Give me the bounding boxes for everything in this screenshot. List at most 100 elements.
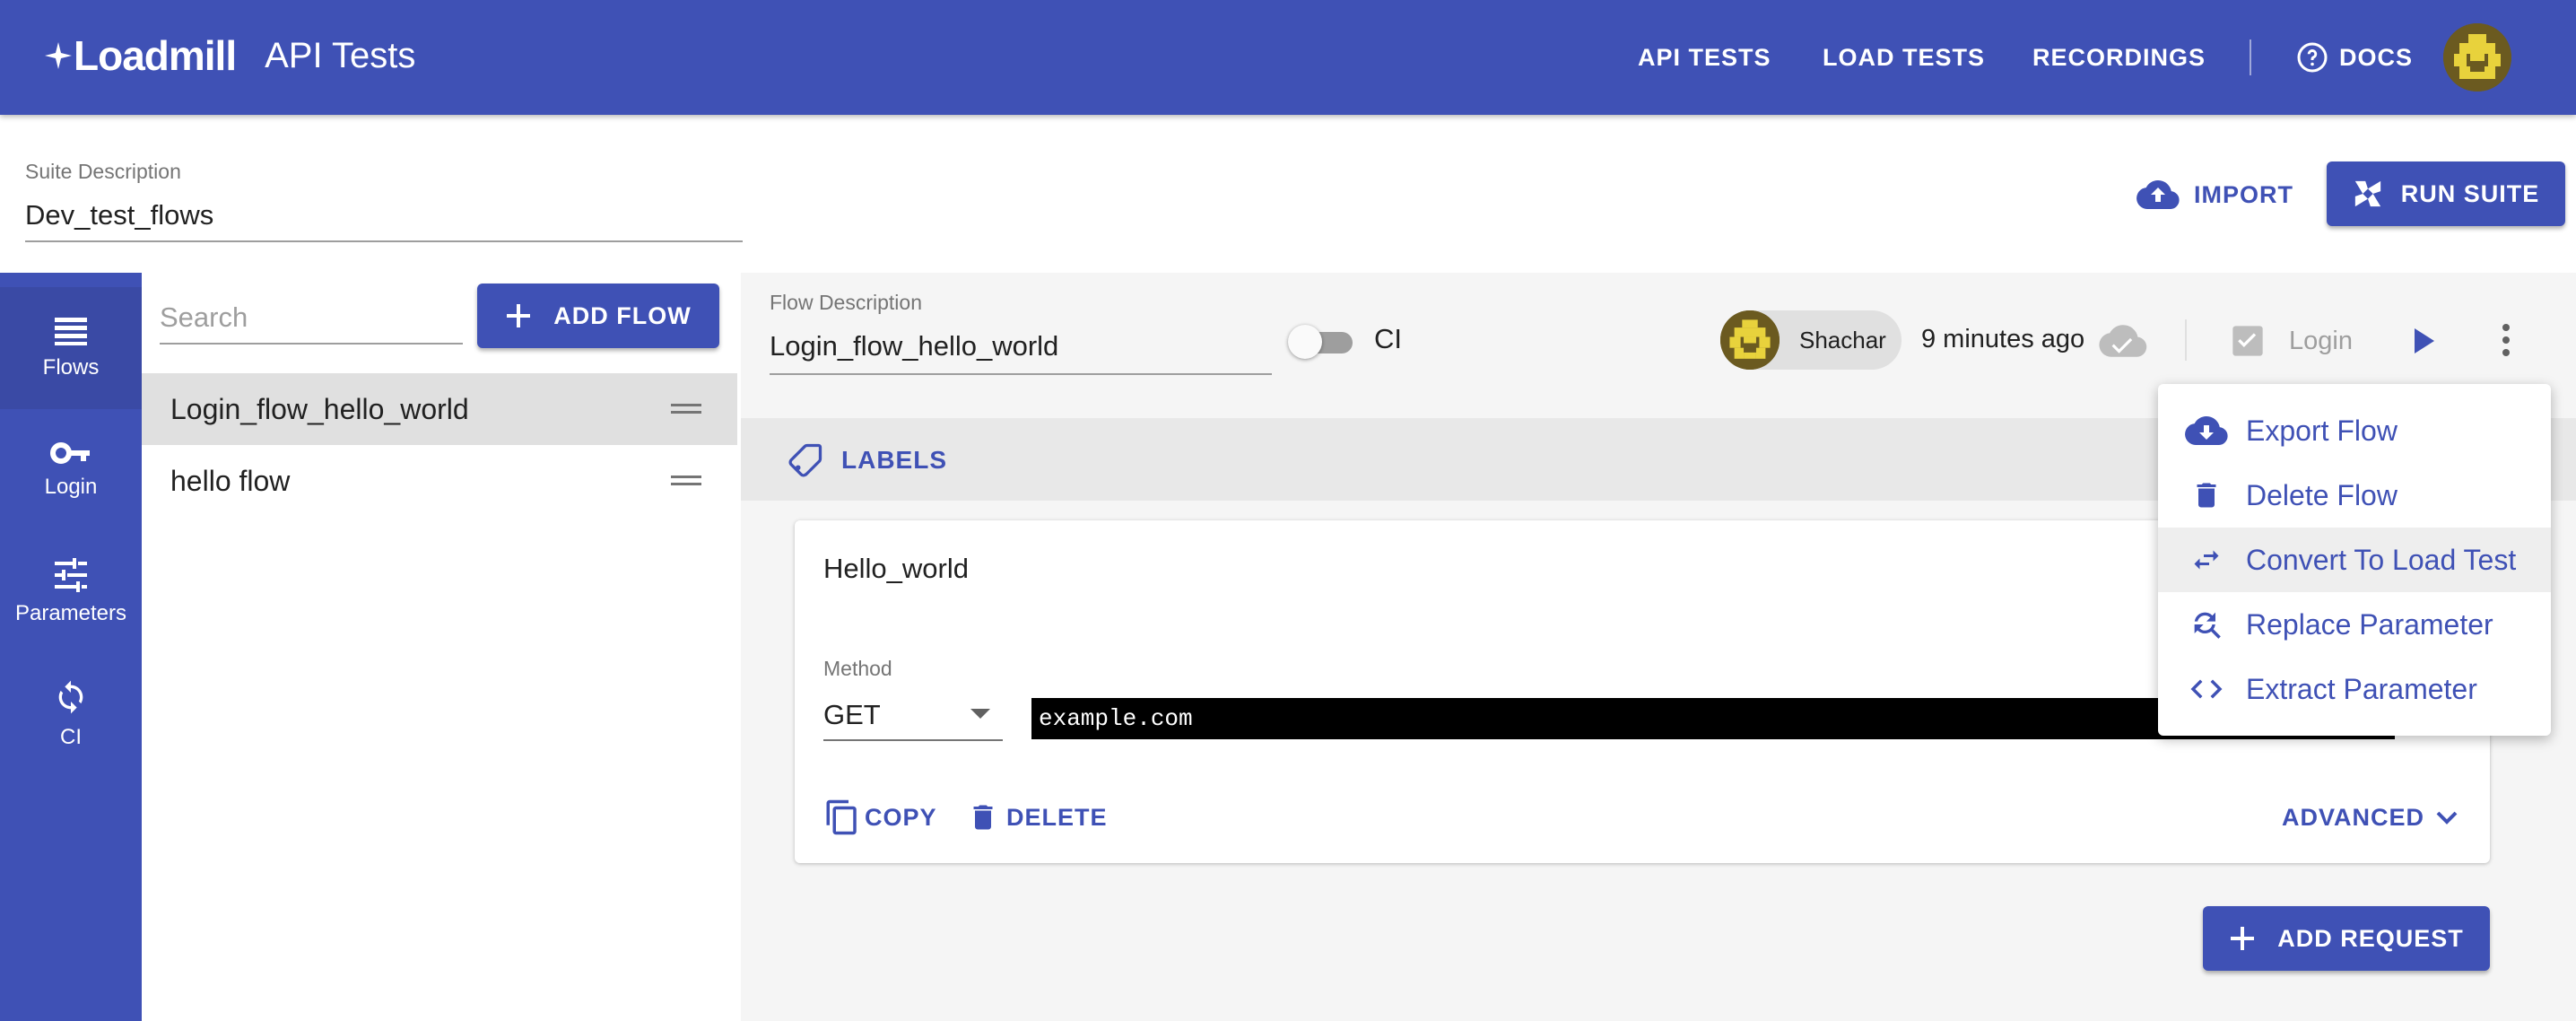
rail-label: Parameters: [14, 601, 127, 625]
avatar-pattern: [2443, 23, 2511, 92]
copy-button[interactable]: COPY: [823, 795, 937, 840]
nav-docs[interactable]: DOCS: [2296, 39, 2413, 75]
advanced-toggle[interactable]: ADVANCED: [2282, 795, 2460, 840]
sync-icon: [58, 680, 83, 714]
rail-item-ci[interactable]: CI: [0, 653, 142, 775]
delete-label: DELETE: [1006, 803, 1108, 831]
user-avatar[interactable]: [2443, 23, 2511, 92]
avatar-pattern: [1720, 310, 1780, 370]
flow-name: Login_flow_hello_world: [170, 392, 469, 425]
trash-icon: [2185, 474, 2228, 517]
menu-item-replace-parameter[interactable]: Replace Parameter: [2158, 592, 2551, 657]
nav-api-tests[interactable]: API TESTS: [1638, 39, 1771, 75]
owner-chip[interactable]: Shachar: [1720, 310, 1902, 370]
plus-icon: [2231, 927, 2255, 950]
rail-label: Login: [44, 475, 98, 499]
flow-search: [160, 292, 463, 346]
labels-label: LABELS: [841, 446, 947, 474]
run-suite-button[interactable]: RUN SUITE: [2327, 161, 2565, 226]
flow-description-underline: [770, 373, 1272, 375]
flow-list-item[interactable]: Login_flow_hello_world: [142, 373, 737, 445]
nav-divider: [2250, 39, 2251, 75]
toggle-thumb: [1288, 325, 1322, 359]
menu-item-export-flow[interactable]: Export Flow: [2158, 398, 2551, 463]
method-value: GET: [823, 699, 881, 730]
spark-icon: [45, 42, 72, 69]
nav-label: DOCS: [2339, 43, 2414, 71]
tune-icon: [55, 558, 87, 592]
cloud-upload-icon: [2137, 179, 2180, 209]
cloud-done-icon: [2099, 325, 2147, 357]
request-title[interactable]: Hello_world: [823, 553, 969, 585]
rail-item-login[interactable]: Login: [0, 409, 142, 531]
toolbar-divider: [2185, 319, 2187, 361]
menu-label: Extract Parameter: [2246, 672, 2477, 705]
ci-toggle[interactable]: [1288, 325, 1354, 359]
app-title: API Tests: [265, 35, 416, 75]
run-suite-label: RUN SUITE: [2400, 179, 2540, 207]
flow-actions-menu: Export Flow Delete Flow Convert To Load …: [2158, 384, 2551, 736]
method-label: Method: [823, 657, 892, 680]
side-rail: Flows Login Parameters CI: [0, 273, 142, 1021]
flow-description-input[interactable]: Login_flow_hello_world: [770, 330, 1058, 362]
labels-button[interactable]: LABELS: [786, 438, 947, 483]
nav-label: RECORDINGS: [2032, 43, 2206, 71]
owner-name: Shachar: [1799, 326, 1886, 353]
nav-label: LOAD TESTS: [1823, 43, 1986, 71]
add-request-button[interactable]: ADD REQUEST: [2203, 906, 2490, 971]
checkbox-checked-icon: [2232, 326, 2263, 356]
list-icon: [55, 318, 87, 345]
menu-item-extract-parameter[interactable]: Extract Parameter: [2158, 657, 2551, 721]
rail-item-flows[interactable]: Flows: [0, 287, 142, 409]
brand[interactable]: Loadmill API Tests: [43, 27, 415, 84]
flow-description-label: Flow Description: [770, 291, 922, 314]
key-icon: [50, 442, 90, 464]
more-vert-icon[interactable]: [2495, 321, 2517, 359]
add-flow-button[interactable]: ADD FLOW: [477, 284, 719, 348]
find-replace-icon: [2185, 603, 2228, 646]
cloud-download-icon: [2185, 409, 2228, 452]
plus-icon: [507, 304, 531, 327]
drag-handle-icon[interactable]: [671, 476, 701, 488]
loadmill-logo: Loadmill: [43, 31, 237, 80]
dropdown-arrow-icon: [970, 709, 990, 719]
play-icon[interactable]: [2411, 325, 2438, 357]
trash-icon: [973, 805, 993, 830]
flow-name: hello flow: [170, 464, 291, 497]
chevron-down-icon: [2436, 811, 2458, 825]
copy-icon: [826, 799, 857, 835]
drag-handle-icon[interactable]: [671, 404, 701, 416]
search-input[interactable]: [160, 292, 463, 345]
swap-icon: [2185, 538, 2228, 581]
menu-label: Export Flow: [2246, 414, 2398, 447]
login-label: Login: [2289, 326, 2353, 355]
ci-label: CI: [1374, 323, 1402, 354]
app-bar: Loadmill API Tests API TESTS LOAD TESTS …: [0, 0, 2576, 115]
flow-list-item[interactable]: hello flow: [142, 445, 737, 517]
rail-label: Flows: [42, 355, 100, 380]
suite-description-input[interactable]: Dev_test_flows: [25, 199, 213, 231]
menu-item-convert-to-load-test[interactable]: Convert To Load Test: [2158, 528, 2551, 592]
rail-item-parameters[interactable]: Parameters: [0, 531, 142, 653]
copy-label: COPY: [865, 803, 937, 831]
nav-recordings[interactable]: RECORDINGS: [2032, 39, 2206, 75]
delete-request-button[interactable]: DELETE: [967, 795, 1108, 840]
method-select[interactable]: GET: [823, 691, 1003, 741]
label-tag-icon: [788, 443, 822, 477]
import-button[interactable]: IMPORT: [2137, 170, 2293, 219]
owner-avatar: [1720, 310, 1780, 370]
help-circle-icon: [2297, 42, 2328, 73]
menu-item-delete-flow[interactable]: Delete Flow: [2158, 463, 2551, 528]
suite-description-underline: [25, 240, 743, 242]
menu-label: Convert To Load Test: [2246, 543, 2517, 576]
updated-time: 9 minutes ago: [1921, 325, 2085, 353]
rail-label: CI: [60, 725, 82, 749]
import-label: IMPORT: [2194, 180, 2293, 208]
url-value: example.com: [1039, 705, 1193, 732]
menu-label: Delete Flow: [2246, 478, 2398, 511]
nav-label: API TESTS: [1638, 43, 1771, 71]
login-checkbox[interactable]: Login: [2230, 323, 2353, 359]
add-flow-label: ADD FLOW: [553, 301, 692, 329]
nav-load-tests[interactable]: LOAD TESTS: [1823, 39, 1985, 75]
suite-description-label: Suite Description: [25, 160, 181, 183]
